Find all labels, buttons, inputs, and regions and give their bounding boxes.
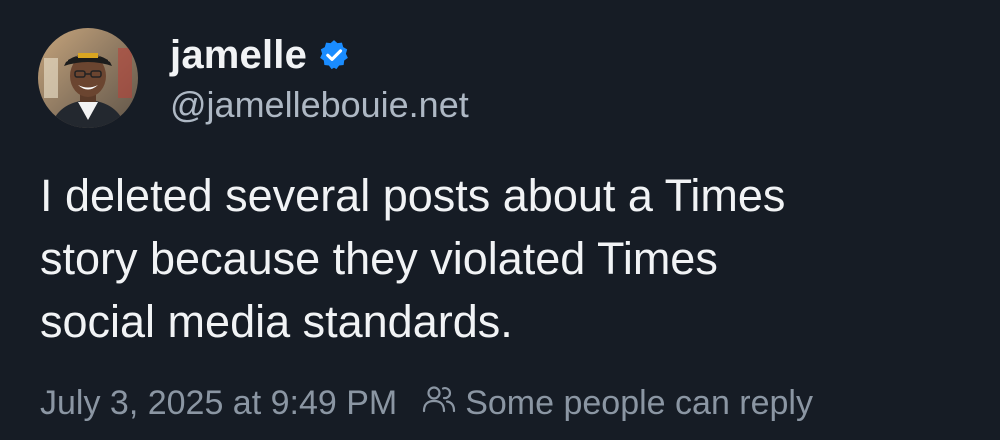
reply-setting-label: Some people can reply xyxy=(465,383,813,422)
post-text: I deleted several posts about a Times st… xyxy=(40,164,960,353)
post-text-line: I deleted several posts about a Times xyxy=(40,170,786,221)
people-icon xyxy=(421,384,457,423)
author-avatar[interactable] xyxy=(38,28,138,128)
profile-photo-icon xyxy=(38,28,138,128)
post-text-line: social media standards. xyxy=(40,296,513,347)
author-display-name[interactable]: jamelle xyxy=(170,33,307,78)
verified-check-icon xyxy=(317,38,351,72)
author-handle[interactable]: @jamellebouie.net xyxy=(170,84,469,126)
post-card: jamelle @jamellebouie.net I deleted seve… xyxy=(0,0,1000,440)
post-meta: July 3, 2025 at 9:49 PM Some people can … xyxy=(40,380,813,426)
author-name-row: jamelle xyxy=(170,30,351,80)
post-text-line: story because they violated Times xyxy=(40,233,718,284)
reply-setting: Some people can reply xyxy=(421,384,813,423)
post-timestamp[interactable]: July 3, 2025 at 9:49 PM xyxy=(40,384,397,423)
